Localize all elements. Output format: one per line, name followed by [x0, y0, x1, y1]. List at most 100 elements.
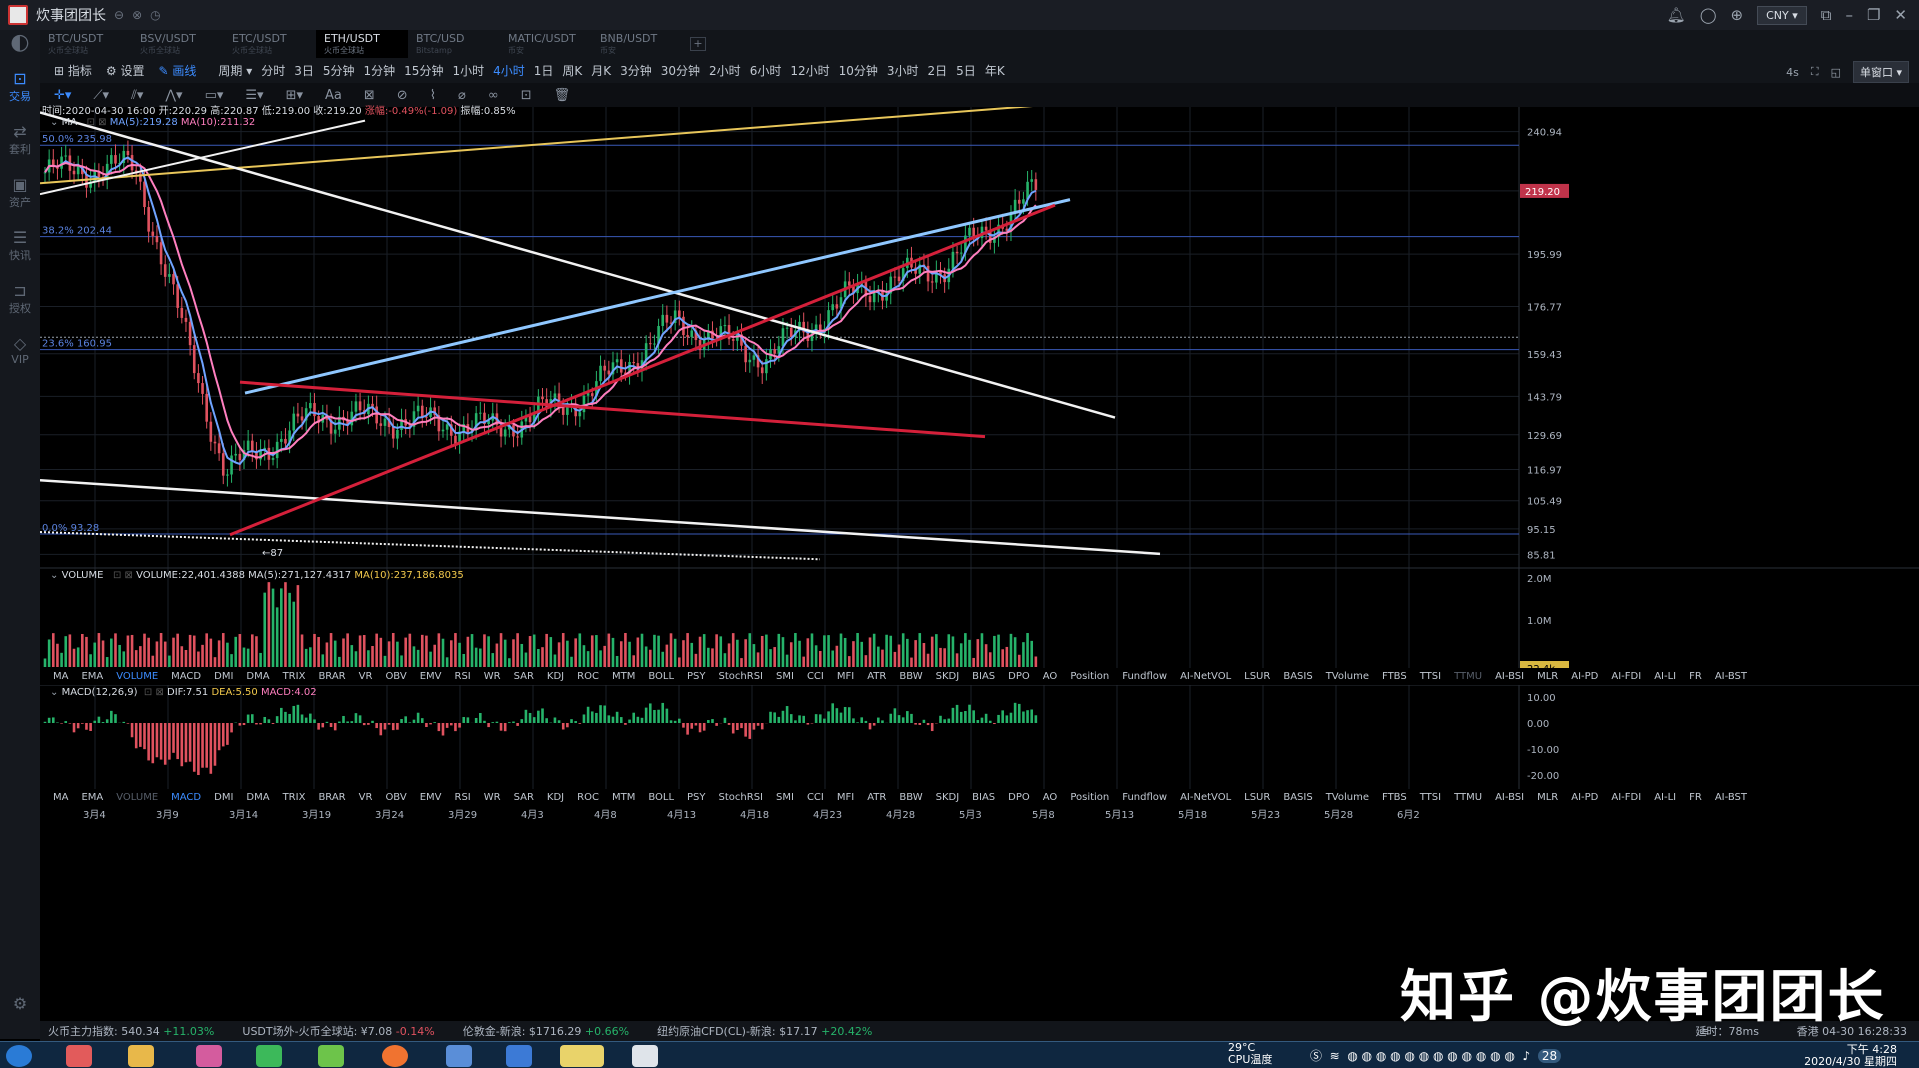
indicator-tab-dmi[interactable]: DMI — [214, 671, 233, 682]
period-6[interactable]: 4小时 — [493, 64, 525, 78]
indicator-tab-smi[interactable]: SMI — [776, 792, 794, 803]
period-18[interactable]: 5日 — [956, 64, 976, 78]
tab-etc-usdt[interactable]: ETC/USDT 火币全球站 — [224, 30, 316, 58]
indicator-tab-volume[interactable]: VOLUME — [116, 671, 158, 682]
indicator-tab-tvolume[interactable]: TVolume — [1326, 792, 1369, 803]
indicator-tab-tvolume[interactable]: TVolume — [1326, 671, 1369, 682]
indicator-tab-dpo[interactable]: DPO — [1008, 671, 1030, 682]
indicator-tab-ai-bst[interactable]: AI-BST — [1715, 792, 1747, 803]
indicator-tab-mfi[interactable]: MFI — [837, 671, 854, 682]
fullscreen-icon[interactable]: ⛶ — [1811, 65, 1819, 79]
lock-icon[interactable]: ⊡ — [521, 88, 532, 103]
indicator-tab-rsi[interactable]: RSI — [455, 792, 471, 803]
indicator-tab-fr[interactable]: FR — [1689, 792, 1702, 803]
period-2[interactable]: 5分钟 — [323, 64, 355, 78]
indicator-tab-cci[interactable]: CCI — [807, 792, 824, 803]
indicator-tab-ma[interactable]: MA — [53, 792, 68, 803]
taskbar-app-icon[interactable] — [66, 1045, 92, 1067]
indicator-tab-volume[interactable]: VOLUME — [116, 792, 158, 803]
indicator-tab-lsur[interactable]: LSUR — [1244, 792, 1270, 803]
line-tool-icon[interactable]: ⟋▾ — [93, 88, 109, 103]
draw-button[interactable]: ✎ 画线 — [158, 62, 196, 79]
indicator-tab-basis[interactable]: BASIS — [1283, 792, 1312, 803]
taskbar-app-icon[interactable] — [506, 1045, 532, 1067]
tab-bnb-usdt[interactable]: BNB/USDT 币安 — [592, 30, 684, 58]
indicator-tab-skdj[interactable]: SKDJ — [936, 792, 960, 803]
indicator-tab-brar[interactable]: BRAR — [318, 792, 345, 803]
close-icon[interactable]: ✕ — [1894, 6, 1907, 24]
indicator-tab-ema[interactable]: EMA — [81, 792, 103, 803]
sidebar-item-news[interactable]: ☰ 快讯 — [0, 229, 40, 263]
period-9[interactable]: 月K — [591, 64, 611, 78]
indicator-tab-psy[interactable]: PSY — [687, 792, 706, 803]
indicator-tab-bbw[interactable]: BBW — [899, 792, 922, 803]
firefox-icon[interactable] — [382, 1045, 408, 1067]
indicator-tab-rsi[interactable]: RSI — [455, 671, 471, 682]
tab-btc-usd[interactable]: BTC/USD Bitstamp — [408, 30, 500, 58]
period-5[interactable]: 1小时 — [452, 64, 484, 78]
screenshot-icon[interactable]: ◱ — [1831, 66, 1841, 79]
indicator-tab-mlr[interactable]: MLR — [1537, 671, 1558, 682]
grid-tool-icon[interactable]: ⊞▾ — [286, 88, 303, 103]
indicator-tab-fundflow[interactable]: Fundflow — [1122, 792, 1167, 803]
indicator-tab-lsur[interactable]: LSUR — [1244, 671, 1270, 682]
indicator-tab-stochrsi[interactable]: StochRSI — [719, 792, 763, 803]
indicator-tab-atr[interactable]: ATR — [867, 792, 886, 803]
indicator-tab-macd[interactable]: MACD — [171, 671, 201, 682]
indicator-tab-basis[interactable]: BASIS — [1283, 671, 1312, 682]
indicator-tab-mtm[interactable]: MTM — [612, 792, 635, 803]
indicator-tab-boll[interactable]: BOLL — [648, 792, 674, 803]
indicator-tab-kdj[interactable]: KDJ — [547, 792, 564, 803]
tab-matic-usdt[interactable]: MATIC/USDT 币安 — [500, 30, 592, 58]
shirt-icon[interactable]: ⊕ — [1731, 6, 1744, 24]
indicator-tab-kdj[interactable]: KDJ — [547, 671, 564, 682]
wave-tool-icon[interactable]: ⋀▾ — [165, 88, 182, 103]
indicator-tab-ai-li[interactable]: AI-LI — [1654, 671, 1676, 682]
period-7[interactable]: 1日 — [534, 64, 554, 78]
period-12[interactable]: 2小时 — [709, 64, 741, 78]
period-0[interactable]: 分时 — [261, 64, 285, 78]
taskbar-app-icon[interactable] — [318, 1045, 344, 1067]
start-button-icon[interactable] — [6, 1045, 32, 1067]
indicator-tab-fundflow[interactable]: Fundflow — [1122, 671, 1167, 682]
indicator-tab-mtm[interactable]: MTM — [612, 671, 635, 682]
period-8[interactable]: 周K — [562, 64, 582, 78]
indicator-tab-ai-bst[interactable]: AI-BST — [1715, 671, 1747, 682]
channel-tool-icon[interactable]: ⫽▾ — [131, 88, 143, 103]
indicator-tab-ttmu[interactable]: TTMU — [1454, 671, 1482, 682]
sidebar-item-vip[interactable]: ◇ VIP — [0, 335, 40, 367]
indicator-tab-wr[interactable]: WR — [484, 671, 501, 682]
indicator-tab-wr[interactable]: WR — [484, 792, 501, 803]
sidebar-item-trade[interactable]: ⊡ 交易 — [0, 70, 40, 104]
indicator-tab-fr[interactable]: FR — [1689, 671, 1702, 682]
indicator-tab-smi[interactable]: SMI — [776, 671, 794, 682]
bell-icon[interactable]: 🔔︎ — [1667, 6, 1686, 24]
indicator-tab-cci[interactable]: CCI — [807, 671, 824, 682]
period-10[interactable]: 3分钟 — [620, 64, 652, 78]
indicator-tab-ma[interactable]: MA — [53, 671, 68, 682]
settings-gear-icon[interactable]: ⚙ — [0, 995, 40, 1013]
indicator-tab-stochrsi[interactable]: StochRSI — [719, 671, 763, 682]
indicator-tab-emv[interactable]: EMV — [420, 671, 442, 682]
period-11[interactable]: 30分钟 — [661, 64, 700, 78]
tray-icons[interactable]: Ⓢ ≋ ◍ ◍ ◍ ◍ ◍ ◍ ◍ ◍ ◍ ◍ ◍ ◍ ♪ 28 — [1310, 1047, 1562, 1064]
trash-icon[interactable]: 🗑︎ — [554, 88, 571, 103]
indicator-tab-obv[interactable]: OBV — [385, 671, 406, 682]
taskbar-app-active-icon[interactable] — [560, 1045, 604, 1067]
indicator-tab-ai-bsi[interactable]: AI-BSI — [1495, 671, 1524, 682]
taskbar-app-icon[interactable] — [446, 1045, 472, 1067]
tab-bsv-usdt[interactable]: BSV/USDT 火币全球站 — [132, 30, 224, 58]
indicator-tab-ema[interactable]: EMA — [81, 671, 103, 682]
indicator-tab-vr[interactable]: VR — [359, 671, 373, 682]
indicator-tab-ai-pd[interactable]: AI-PD — [1571, 671, 1598, 682]
fib-tool-icon[interactable]: ☰▾ — [245, 88, 263, 103]
indicator-tab-dma[interactable]: DMA — [246, 792, 269, 803]
period-15[interactable]: 10分钟 — [839, 64, 878, 78]
sidebar-item-arbitrage[interactable]: ⇄ 套利 — [0, 123, 40, 157]
magnet-icon[interactable]: ⊘ — [397, 88, 408, 103]
crosshair-icon[interactable]: ✛▾ — [54, 88, 71, 103]
indicator-tab-brar[interactable]: BRAR — [318, 671, 345, 682]
time-icon[interactable]: ◷ — [150, 8, 160, 22]
indicator-tab-ai-fdi[interactable]: AI-FDI — [1611, 671, 1641, 682]
search-icon[interactable]: ◯ — [1700, 6, 1717, 24]
